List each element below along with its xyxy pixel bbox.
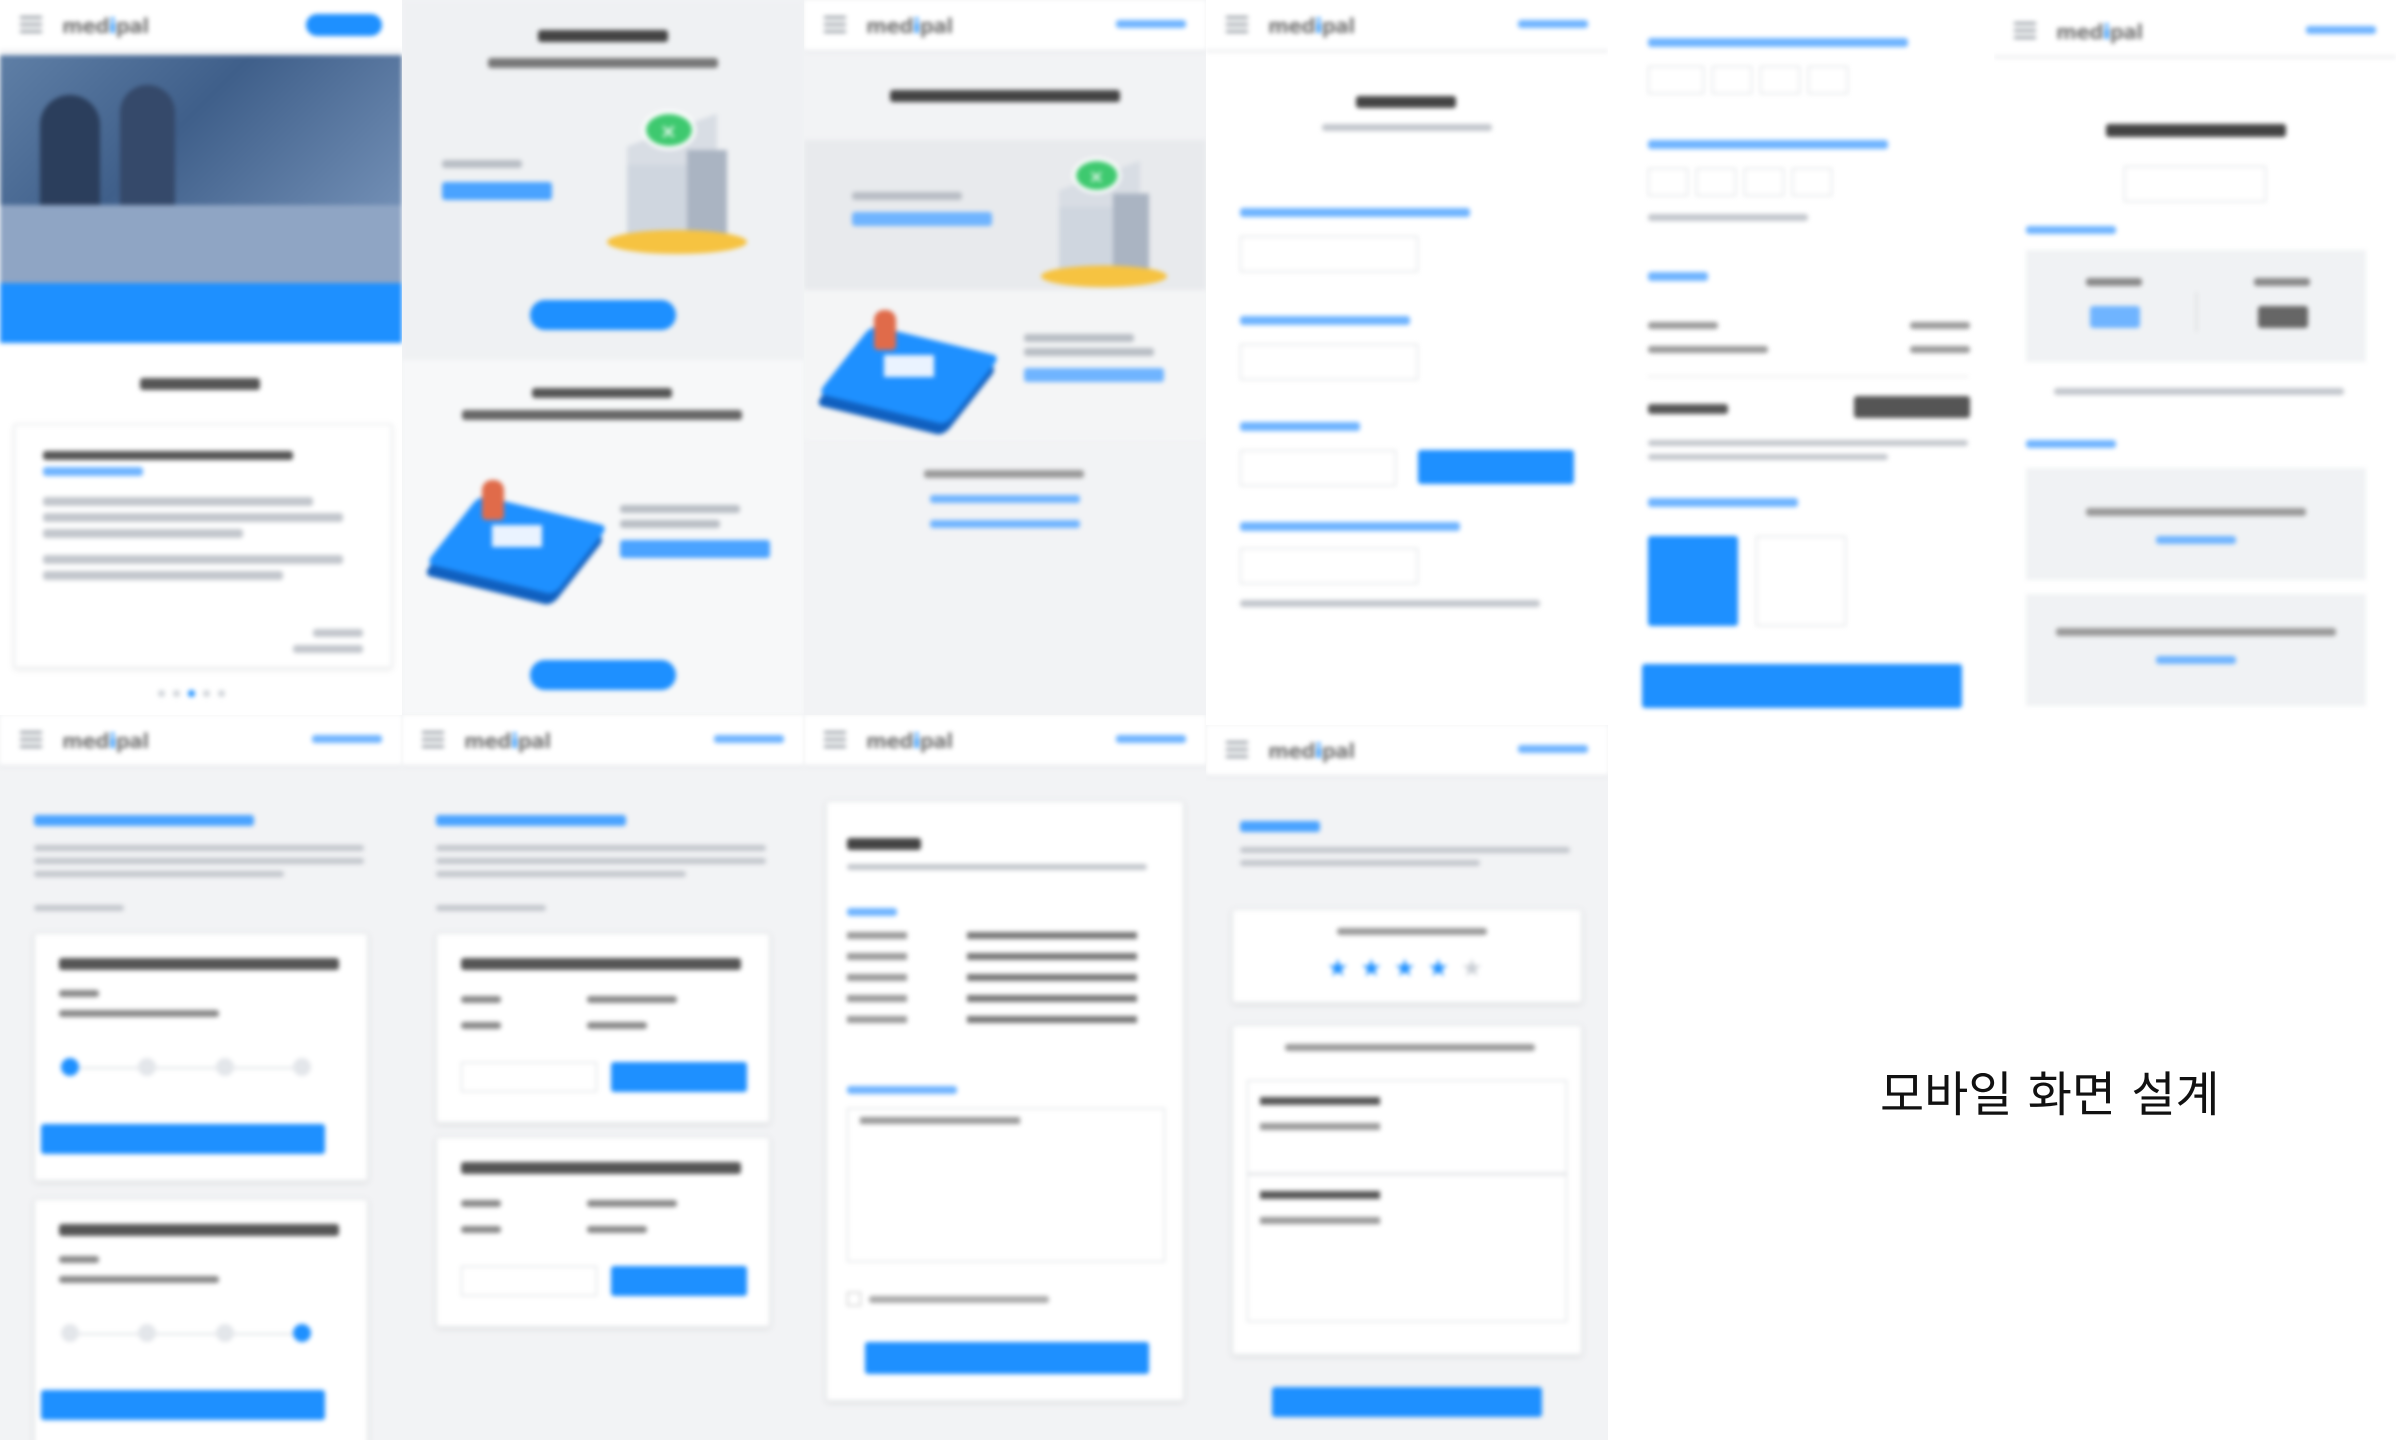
service-title	[442, 182, 552, 200]
total-amount	[1854, 396, 1970, 418]
reservation-card-2	[34, 1199, 368, 1440]
reservation-card-1	[34, 933, 368, 1181]
service-option-1[interactable]	[804, 140, 1206, 290]
menu-icon[interactable]	[20, 16, 42, 34]
intro-button-2[interactable]	[530, 660, 676, 690]
name-field[interactable]	[1240, 236, 1418, 272]
review-button-2[interactable]	[611, 1266, 747, 1296]
logo: medipal	[62, 14, 149, 38]
menu-icon[interactable]	[1226, 741, 1248, 759]
payment-method-other[interactable]	[1756, 536, 1846, 626]
screen-service-intro	[402, 0, 804, 715]
review-card	[14, 424, 392, 668]
detail-button[interactable]	[461, 1062, 597, 1092]
option-no[interactable]	[1240, 450, 1396, 486]
intro-button[interactable]	[530, 300, 676, 330]
phone-field[interactable]	[1240, 548, 1418, 584]
review-item-1	[1247, 1080, 1567, 1174]
hero-cta-button[interactable]	[0, 283, 402, 343]
screen-mypage: medipal	[1994, 0, 2396, 725]
history-box-2	[2026, 594, 2366, 706]
menu-icon[interactable]	[2014, 22, 2036, 40]
menu-icon[interactable]	[824, 731, 846, 749]
cancel-submit-button[interactable]	[865, 1342, 1149, 1374]
cancel-card	[826, 801, 1184, 1401]
board-caption: 모바일 화면 설계	[1880, 1067, 2220, 1123]
menu-icon[interactable]	[422, 731, 444, 749]
past-card-2	[436, 1137, 770, 1327]
review-button[interactable]	[611, 1062, 747, 1092]
rating-card: ★★★★★	[1232, 909, 1582, 1003]
relation-field[interactable]	[1240, 344, 1418, 380]
menu-icon[interactable]	[824, 16, 846, 34]
edit-info-button[interactable]	[2124, 166, 2266, 202]
hero-image	[0, 55, 402, 283]
review-submit-button[interactable]	[1272, 1387, 1542, 1417]
top-bar: medipal	[0, 0, 402, 52]
time-select[interactable]	[1648, 66, 1848, 94]
history-box-1	[2026, 468, 2366, 580]
design-board: medipal ✕ medipal ✕ medipal medipal medi…	[0, 0, 2399, 1440]
screen-review: medipal ★★★★★	[1206, 725, 1608, 1440]
menu-icon[interactable]	[20, 731, 42, 749]
rating-stars[interactable]: ★★★★★	[1327, 954, 1495, 982]
screen-past-services: medipal	[402, 715, 804, 1440]
reservation-action-button-2[interactable]	[41, 1390, 325, 1420]
review-list-card	[1232, 1025, 1582, 1355]
past-card-1	[436, 933, 770, 1123]
booking-summary	[2026, 250, 2366, 362]
review-item-2	[1247, 1174, 1567, 1322]
detail-button-2[interactable]	[461, 1266, 597, 1296]
cancel-reason-textarea[interactable]	[847, 1108, 1165, 1262]
payment-method-card[interactable]	[1648, 536, 1738, 626]
agree-checkbox[interactable]	[847, 1292, 861, 1306]
screen-cancel: medipal	[804, 715, 1206, 1440]
carousel-dots[interactable]	[158, 690, 225, 697]
screen-payment	[1608, 0, 2010, 725]
pay-button[interactable]	[1642, 664, 1962, 708]
screen-applicant-info: medipal	[1206, 0, 1608, 725]
top-action-button[interactable]	[306, 14, 382, 36]
service-option-2[interactable]	[804, 290, 1206, 440]
reservation-action-button[interactable]	[41, 1124, 325, 1154]
screen-reservations: medipal	[0, 715, 402, 1440]
menu-icon[interactable]	[1226, 16, 1248, 34]
option-yes[interactable]	[1418, 450, 1574, 484]
screen-home: medipal	[0, 0, 402, 715]
duration-select[interactable]	[1648, 168, 1832, 196]
progress-steps	[61, 1058, 311, 1076]
screen-service-select: medipal	[804, 0, 1206, 715]
phone-illustration	[425, 480, 609, 595]
section-title	[140, 378, 260, 390]
hospital-illustration	[607, 110, 747, 260]
